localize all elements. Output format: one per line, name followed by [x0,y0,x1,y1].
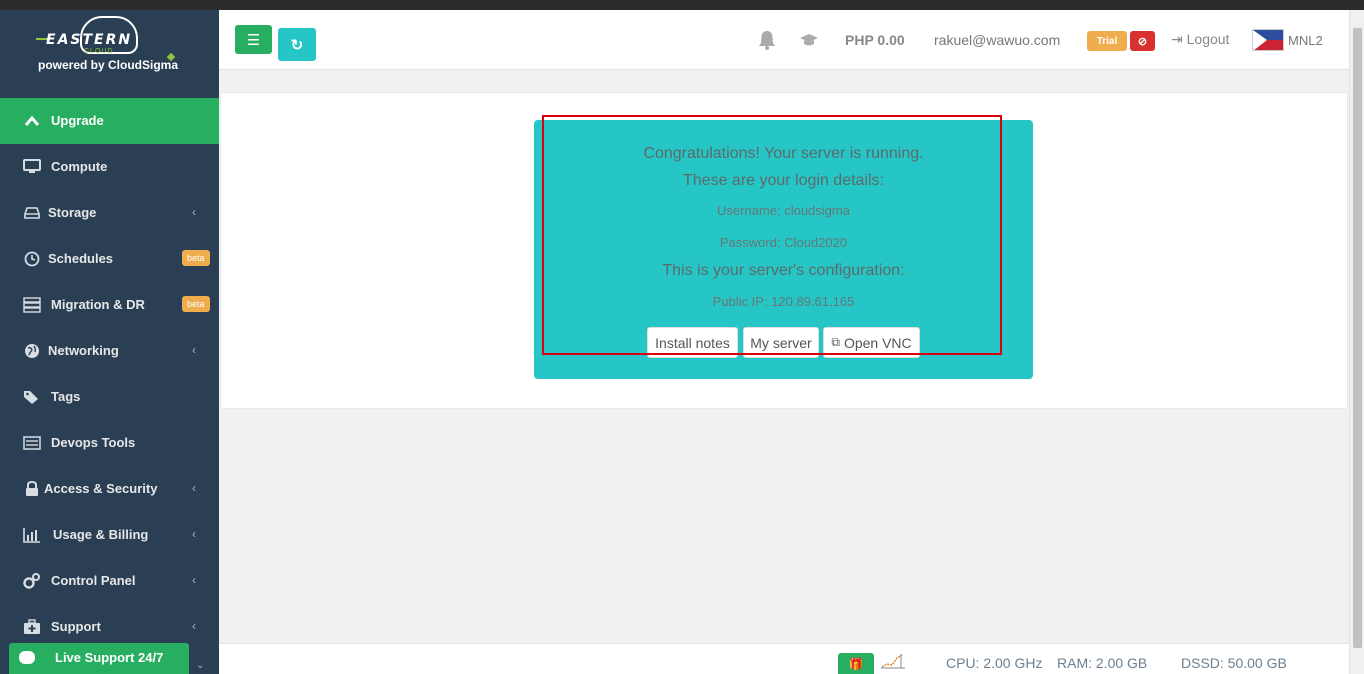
logout-label: Logout [1186,31,1230,47]
ram-stat: RAM: 2.00 GB [1057,655,1148,671]
live-support-button[interactable]: Live Support 24/7 [9,643,189,674]
ban-icon[interactable]: ⊘ [1130,31,1155,51]
chevron-left-icon: ‹ [192,481,196,495]
refresh-icon: ↻ [290,36,304,54]
menu-toggle-button[interactable]: ☰ [235,25,272,54]
logout-link[interactable]: ⇥ Logout [1171,31,1229,48]
clock-icon [22,250,42,268]
trial-badge[interactable]: Trial [1087,31,1127,51]
sidebar-item-label: Control Panel [51,573,136,588]
chevron-left-icon: ‹ [192,619,196,633]
sidebar-item-label: Networking [48,343,119,358]
sidebar-item-label: Storage [48,205,97,220]
sidebar-item-label: Upgrade [51,113,104,128]
sidebar-item-storage[interactable]: Storage ‹ [0,190,219,236]
sidebar-item-label: Compute [51,159,108,174]
region-label[interactable]: MNL2 [1288,33,1323,48]
sidebar-item-upgrade[interactable]: Upgrade [0,98,219,144]
sidebar-item-migration[interactable]: Migration & DR beta [0,282,219,328]
logo[interactable]: EASTERN CLOUD powered by CloudSigma [0,10,219,98]
live-support-label: Live Support 24/7 [55,650,164,665]
sidebar-menu: Upgrade Compute Storage ‹ Schedules beta [0,98,219,650]
sidebar-item-control-panel[interactable]: Control Panel ‹ [0,558,219,604]
window-top-strip [0,0,1364,10]
sidebar-item-label: Devops Tools [51,435,136,450]
sidebar-item-label: Migration & DR [51,297,145,312]
powered-by-text: powered by CloudSigma [38,58,179,72]
footer-bar: 🎁 CPU: 2.00 GHz RAM: 2.00 GB DSSD: 50.00… [219,643,1349,674]
account-balance[interactable]: PHP 0.00 [845,32,905,48]
philippines-flag-icon[interactable] [1252,29,1284,51]
page-scrollbar[interactable] [1349,10,1364,674]
list-icon [22,434,42,452]
top-navbar: ☰ ↻ PHP 0.00 rakuel@wawuo.com Trial ⊘ ⇥ … [219,10,1349,70]
sign-out-icon: ⇥ [1171,31,1183,47]
sidebar-item-networking[interactable]: Networking ‹ [0,328,219,374]
logo-subtext: CLOUD [84,48,114,55]
beta-badge: beta [182,296,210,312]
sidebar-item-label: Usage & Billing [53,527,149,542]
sidebar-item-schedules[interactable]: Schedules beta [0,236,219,282]
chevron-left-icon: ‹ [192,527,196,541]
server-icon [22,296,42,314]
chevron-left-icon: ‹ [192,573,196,587]
chevron-left-icon: ‹ [192,343,196,357]
sidebar-item-compute[interactable]: Compute [0,144,219,190]
lock-icon [22,480,42,498]
hamburger-icon: ☰ [246,31,261,49]
sidebar-item-label: Access & Security [44,481,158,496]
monitor-icon [22,158,42,176]
globe-icon [22,342,42,360]
bar-chart-icon [22,526,42,544]
hdd-icon [22,204,42,222]
sidebar: EASTERN CLOUD powered by CloudSigma Upgr… [0,10,219,674]
bell-icon[interactable] [758,30,776,55]
medkit-icon [22,618,42,636]
refresh-button[interactable]: ↻ [278,28,316,61]
sidebar-item-label: Schedules [48,251,114,266]
beta-badge: beta [182,250,210,266]
sidebar-item-usage-billing[interactable]: Usage & Billing ‹ [0,512,219,558]
gift-button[interactable]: 🎁 [838,653,874,674]
user-email[interactable]: rakuel@wawuo.com [934,32,1060,48]
tags-icon [22,388,42,406]
chevron-down-icon: ⌄ [196,660,205,671]
sidebar-item-access-security[interactable]: Access & Security ‹ [0,466,219,512]
gift-icon: 🎁 [848,657,864,671]
usage-chart-icon[interactable] [879,652,907,670]
cogs-icon [22,572,42,590]
scrollbar-thumb[interactable] [1353,28,1362,648]
highlight-box [542,115,1002,355]
cpu-stat: CPU: 2.00 GHz [946,655,1043,671]
logo-text: EASTERN [46,32,133,48]
chevron-up-icon [22,112,42,130]
graduation-cap-icon[interactable] [799,32,819,52]
sidebar-item-label: Support [51,619,101,634]
sidebar-item-devops[interactable]: Devops Tools [0,420,219,466]
dssd-stat: DSSD: 50.00 GB [1181,655,1287,671]
sidebar-item-tags[interactable]: Tags [0,374,219,420]
chevron-left-icon: ‹ [192,205,196,219]
chat-bubble-icon [19,651,35,664]
sidebar-item-label: Tags [51,389,81,404]
